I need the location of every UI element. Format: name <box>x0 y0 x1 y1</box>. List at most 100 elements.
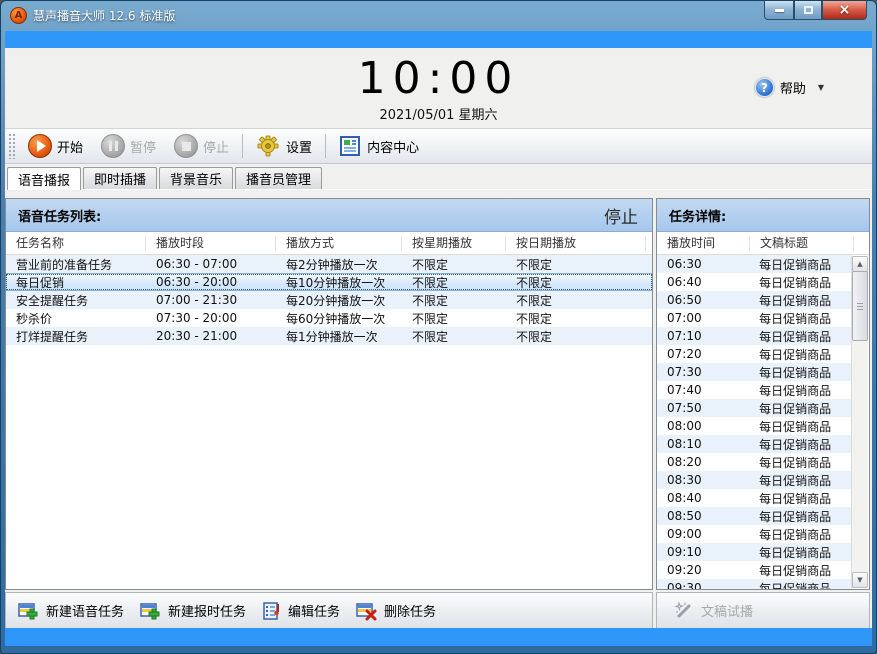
column-header[interactable]: 按日期播放 <box>506 236 646 251</box>
table-row[interactable]: 每日促销06:30 - 20:00每10分钟播放一次不限定不限定 <box>6 273 652 291</box>
table-row[interactable]: 09:10每日促销商品 <box>657 543 852 561</box>
table-row[interactable]: 07:10每日促销商品 <box>657 327 852 345</box>
column-header[interactable]: 播放时段 <box>146 236 276 251</box>
table-cell: 每日促销商品 <box>749 274 852 291</box>
table-cell: 每日促销商品 <box>749 292 852 309</box>
table-row[interactable]: 09:30每日促销商品 <box>657 579 852 589</box>
task-detail-panel: 任务详情: 播放时间文稿标题 06:30每日促销商品06:40每日促销商品06:… <box>656 198 870 590</box>
title-bar[interactable]: A 慧声播音大师 12.6 标准版 × <box>1 1 876 30</box>
column-header[interactable]: 按星期播放 <box>402 236 506 251</box>
detail-table-body: 06:30每日促销商品06:40每日促销商品06:50每日促销商品07:00每日… <box>657 255 852 589</box>
table-cell: 安全提醒任务 <box>6 292 146 309</box>
table-row[interactable]: 06:30每日促销商品 <box>657 255 852 273</box>
table-cell: 每日促销商品 <box>749 454 852 471</box>
table-cell: 打烊提醒任务 <box>6 328 146 345</box>
table-cell: 06:40 <box>657 275 749 289</box>
table-cell: 07:00 <box>657 311 749 325</box>
table-row[interactable]: 打烊提醒任务20:30 - 21:00每1分钟播放一次不限定不限定 <box>6 327 652 345</box>
new-time-task-button[interactable]: 新建报时任务 <box>132 596 254 626</box>
new-time-task-label: 新建报时任务 <box>168 601 246 620</box>
edit-task-button[interactable]: 编辑任务 <box>254 596 348 626</box>
scroll-down-icon[interactable]: ▼ <box>852 572 868 588</box>
table-row[interactable]: 07:50每日促销商品 <box>657 399 852 417</box>
help-label: 帮助 <box>780 78 806 97</box>
table-cell: 09:10 <box>657 545 749 559</box>
table-row[interactable]: 06:40每日促销商品 <box>657 273 852 291</box>
app-window: A 慧声播音大师 12.6 标准版 × 10:00 2021/05/01 星期六… <box>0 0 877 654</box>
tab-announcer-management[interactable]: 播音员管理 <box>235 167 322 189</box>
start-button[interactable]: 开始 <box>19 131 92 161</box>
table-cell: 08:00 <box>657 419 749 433</box>
stop-label: 停止 <box>203 137 229 156</box>
table-cell: 不限定 <box>506 310 646 327</box>
table-cell: 每日促销商品 <box>749 544 852 561</box>
stop-button[interactable]: 停止 <box>165 131 238 161</box>
new-voice-task-button[interactable]: 新建语音任务 <box>10 596 132 626</box>
content-center-button[interactable]: 内容中心 <box>330 131 428 161</box>
trial-play-button[interactable]: 文稿试播 <box>665 596 761 626</box>
table-cell: 06:30 <box>657 257 749 271</box>
table-row[interactable]: 09:20每日促销商品 <box>657 561 852 579</box>
scroll-up-icon[interactable]: ▲ <box>852 256 868 272</box>
content-center-label: 内容中心 <box>367 137 419 156</box>
pause-button[interactable]: 暂停 <box>92 131 165 161</box>
table-row[interactable]: 06:50每日促销商品 <box>657 291 852 309</box>
table-cell: 不限定 <box>402 310 506 327</box>
voice-task-panel: 语音任务列表: 停止 任务名称播放时段播放方式按星期播放按日期播放 营业前的准备… <box>5 198 653 590</box>
tab-voice-broadcast[interactable]: 语音播报 <box>7 167 81 190</box>
close-button[interactable]: × <box>822 1 867 20</box>
table-cell: 09:00 <box>657 527 749 541</box>
table-cell: 08:30 <box>657 473 749 487</box>
table-row[interactable]: 08:30每日促销商品 <box>657 471 852 489</box>
task-table: 任务名称播放时段播放方式按星期播放按日期播放 营业前的准备任务06:30 - 0… <box>6 232 652 589</box>
minimize-button[interactable] <box>764 1 794 20</box>
table-row[interactable]: 08:40每日促销商品 <box>657 489 852 507</box>
table-row[interactable]: 营业前的准备任务06:30 - 07:00每2分钟播放一次不限定不限定 <box>6 255 652 273</box>
table-row[interactable]: 07:40每日促销商品 <box>657 381 852 399</box>
help-question-icon: ? <box>755 78 774 97</box>
column-header[interactable]: 播放方式 <box>276 236 402 251</box>
content-window-icon <box>339 135 361 157</box>
table-row[interactable]: 秒杀价07:30 - 20:00每60分钟播放一次不限定不限定 <box>6 309 652 327</box>
table-row[interactable]: 09:00每日促销商品 <box>657 525 852 543</box>
maximize-button[interactable] <box>794 1 822 20</box>
table-cell: 每日促销商品 <box>749 418 852 435</box>
table-row[interactable]: 08:10每日促销商品 <box>657 435 852 453</box>
table-cell: 每20分钟播放一次 <box>276 292 402 309</box>
table-row[interactable]: 08:00每日促销商品 <box>657 417 852 435</box>
gear-icon <box>256 134 280 158</box>
column-header[interactable]: 播放时间 <box>657 236 750 251</box>
trial-play-toolbar: 文稿试播 <box>656 592 870 629</box>
table-row[interactable]: 07:20每日促销商品 <box>657 345 852 363</box>
table-row[interactable]: 07:30每日促销商品 <box>657 363 852 381</box>
table-cell: 营业前的准备任务 <box>6 256 146 273</box>
tab-background-music[interactable]: 背景音乐 <box>159 167 233 189</box>
detail-scrollbar[interactable]: ▲ ▼ <box>851 256 868 588</box>
settings-label: 设置 <box>286 137 312 156</box>
help-button[interactable]: ? 帮助 ▼ <box>755 78 824 97</box>
list-plus-icon <box>140 601 162 621</box>
tab-instant-insert[interactable]: 即时插播 <box>83 167 157 189</box>
table-row[interactable]: 08:20每日促销商品 <box>657 453 852 471</box>
table-cell: 07:00 - 21:30 <box>146 293 276 307</box>
column-header[interactable]: 文稿标题 <box>750 236 854 251</box>
table-cell: 07:10 <box>657 329 749 343</box>
settings-button[interactable]: 设置 <box>247 131 321 161</box>
table-cell: 07:30 - 20:00 <box>146 311 276 325</box>
table-row[interactable]: 08:50每日促销商品 <box>657 507 852 525</box>
delete-task-button[interactable]: 删除任务 <box>348 596 444 626</box>
bottom-accent-strip <box>5 628 872 646</box>
trial-play-label: 文稿试播 <box>701 601 753 620</box>
pause-label: 暂停 <box>130 137 156 156</box>
table-cell: 每日促销商品 <box>749 310 852 327</box>
column-header[interactable]: 任务名称 <box>6 236 146 251</box>
table-row[interactable]: 安全提醒任务07:00 - 21:30每20分钟播放一次不限定不限定 <box>6 291 652 309</box>
table-cell: 每日促销商品 <box>749 472 852 489</box>
clock-header: 10:00 2021/05/01 星期六 ? 帮助 ▼ <box>5 48 872 128</box>
main-toolbar: 开始 暂停 停止 <box>5 128 872 164</box>
delete-task-label: 删除任务 <box>384 601 436 620</box>
detail-panel-header: 任务详情: <box>657 199 869 232</box>
toolbar-grip[interactable] <box>8 133 15 159</box>
table-row[interactable]: 07:00每日促销商品 <box>657 309 852 327</box>
scrollbar-thumb[interactable] <box>852 271 868 341</box>
